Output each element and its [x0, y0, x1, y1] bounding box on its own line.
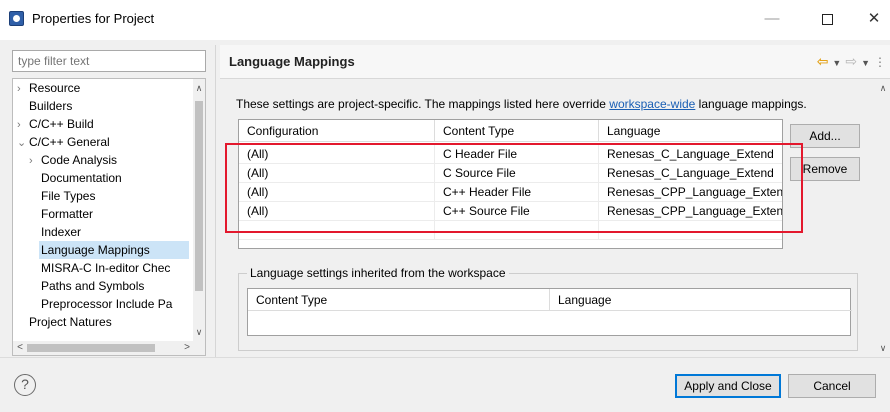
help-icon[interactable]: ?	[14, 374, 36, 396]
pane-sash[interactable]	[215, 45, 216, 357]
dialog-footer: ? Apply and Close Cancel	[0, 357, 890, 412]
inherited-settings-group: Language settings inherited from the wor…	[238, 266, 858, 351]
group-title: Language settings inherited from the wor…	[247, 266, 509, 280]
tree-item-cpp-build[interactable]: › C/C++ Build	[17, 115, 94, 133]
tree-item-project-natures[interactable]: Project Natures	[29, 313, 112, 331]
chevron-right-icon[interactable]: ›	[29, 152, 41, 170]
tree-item-label: Indexer	[41, 225, 82, 239]
tree-item-label: C/C++ Build	[29, 117, 94, 131]
scrollbar-thumb[interactable]	[195, 101, 203, 291]
forward-arrow-icon[interactable]: ⇨	[845, 53, 857, 70]
tree-item-label: MISRA-C In-editor Chec	[41, 261, 171, 275]
tree-item-misra-c[interactable]: MISRA-C In-editor Chec	[41, 259, 170, 277]
tree-item-label: Builders	[29, 99, 73, 113]
back-dropdown-icon[interactable]: ▼	[832, 58, 841, 68]
scroll-right-icon[interactable]: >	[181, 341, 193, 355]
tree-item-code-analysis[interactable]: › Code Analysis	[29, 151, 117, 169]
tree-item-label: Resource	[29, 81, 81, 95]
tree-item-label: Formatter	[41, 207, 94, 221]
tree-item-label: C/C++ General	[29, 135, 110, 149]
apply-and-close-button[interactable]: Apply and Close	[675, 374, 781, 398]
scroll-down-icon[interactable]: ∨	[876, 341, 890, 355]
page-description: These settings are project-specific. The…	[236, 97, 807, 111]
close-button[interactable]: ✕	[862, 8, 886, 30]
column-header-content-type[interactable]: Content Type	[248, 289, 550, 311]
tree-item-documentation[interactable]: Documentation	[41, 169, 122, 187]
tree-item-label: File Types	[41, 189, 96, 203]
tree-item-label: Preprocessor Include Pa	[41, 297, 173, 311]
tree-item-builders[interactable]: Builders	[17, 97, 72, 115]
column-header-configuration[interactable]: Configuration	[239, 120, 435, 142]
title-bar: Properties for Project — ✕	[0, 0, 890, 40]
description-text: These settings are project-specific. The…	[236, 97, 610, 111]
tree-item-file-types[interactable]: File Types	[41, 187, 95, 205]
window-title: Properties for Project	[32, 11, 155, 26]
nav-toolbar: ⇦ ▼ ⇨ ▼ ⋮	[817, 53, 890, 71]
scroll-up-icon[interactable]: ∧	[193, 81, 205, 95]
scrollbar-thumb[interactable]	[27, 344, 155, 352]
chevron-right-icon[interactable]: ›	[17, 80, 29, 98]
pane-vertical-scrollbar[interactable]: ∧ ∨	[876, 79, 890, 357]
description-text: language mappings.	[695, 97, 807, 111]
minimize-button[interactable]: —	[760, 8, 784, 30]
workspace-wide-link[interactable]: workspace-wide	[609, 97, 695, 111]
maximize-icon	[821, 13, 833, 25]
chevron-down-icon[interactable]: ⌄	[17, 134, 29, 152]
tree-item-language-mappings[interactable]: Language Mappings	[39, 241, 189, 259]
filter-input[interactable]	[12, 50, 206, 72]
scroll-left-icon[interactable]: <	[14, 341, 26, 355]
tree-item-resource[interactable]: › Resource	[17, 79, 80, 97]
tree-item-indexer[interactable]: Indexer	[41, 223, 81, 241]
scroll-up-icon[interactable]: ∧	[876, 81, 890, 95]
tree-item-label: Language Mappings	[41, 243, 150, 257]
tree-item-label: Code Analysis	[41, 153, 118, 167]
scroll-down-icon[interactable]: ∨	[193, 325, 205, 339]
property-tree[interactable]: › Resource Builders › C/C++ Build ⌄ C/C++ G…	[12, 78, 206, 356]
forward-dropdown-icon[interactable]: ▼	[861, 58, 870, 68]
tree-item-label: Documentation	[41, 171, 122, 185]
cancel-button[interactable]: Cancel	[788, 374, 876, 398]
view-menu-icon[interactable]: ⋮	[874, 55, 886, 69]
column-header-content-type[interactable]: Content Type	[435, 120, 599, 142]
maximize-button[interactable]	[815, 8, 839, 30]
tree-item-formatter[interactable]: Formatter	[41, 205, 93, 223]
tree-item-label: Project Natures	[29, 315, 112, 329]
inherited-table[interactable]: Content Type Language	[247, 288, 852, 336]
tree-horizontal-scrollbar[interactable]: < >	[13, 341, 205, 355]
tree-vertical-scrollbar[interactable]: ∧ ∨	[193, 79, 205, 341]
pane-header: Language Mappings ⇦ ▼ ⇨ ▼ ⋮	[220, 45, 890, 79]
page-title: Language Mappings	[229, 54, 355, 69]
tree-item-cpp-general[interactable]: ⌄ C/C++ General	[17, 133, 110, 151]
tree-item-preprocessor-include[interactable]: Preprocessor Include Pa	[41, 295, 172, 313]
column-header-language[interactable]: Language	[599, 120, 782, 142]
chevron-right-icon[interactable]: ›	[17, 116, 29, 134]
tree-item-paths-and-symbols[interactable]: Paths and Symbols	[41, 277, 144, 295]
back-arrow-icon[interactable]: ⇦	[817, 53, 829, 70]
column-header-language[interactable]: Language	[550, 289, 852, 311]
highlight-annotation	[225, 143, 803, 233]
tree-item-label: Paths and Symbols	[41, 279, 145, 293]
app-icon	[9, 11, 24, 26]
